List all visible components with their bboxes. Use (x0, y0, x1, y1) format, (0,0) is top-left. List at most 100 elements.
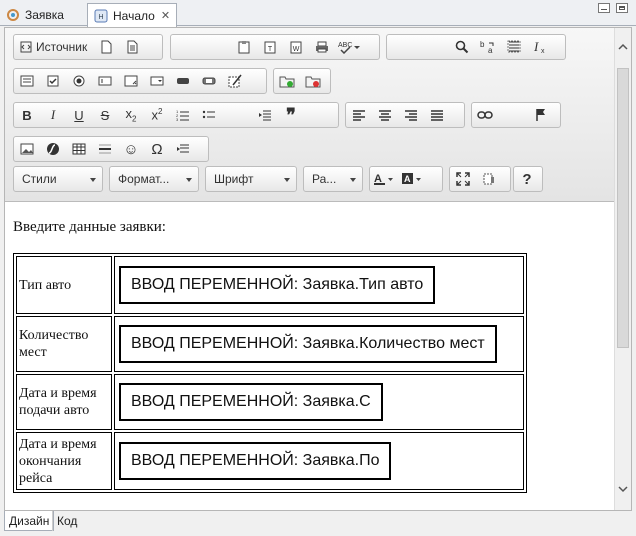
maximize-button[interactable] (616, 3, 628, 13)
row-label: Дата и время окончания рейса (16, 432, 112, 490)
anchor-button[interactable] (528, 103, 554, 127)
variable-input[interactable]: ВВОД ПЕРЕМЕННОЙ: Заявка.Тип авто (119, 266, 436, 304)
numbered-list-button[interactable]: 123 (170, 103, 196, 127)
svg-text:A: A (404, 174, 411, 184)
select-button[interactable] (144, 69, 170, 93)
smiley-button[interactable]: ☺ (118, 137, 144, 161)
image-button-button[interactable] (196, 69, 222, 93)
superscript-button[interactable]: x2 (144, 103, 170, 127)
bulleted-list-icon (202, 110, 215, 119)
svg-text:H: H (98, 14, 103, 21)
variable-input[interactable]: ВВОД ПЕРЕМЕННОЙ: Заявка.По (119, 442, 392, 480)
editor-tab-bar: Заявка H Начало ✕ (0, 0, 636, 27)
replace-icon: ba (480, 40, 494, 54)
bg-color-button[interactable]: A (398, 167, 426, 191)
find-button[interactable] (449, 35, 475, 59)
close-icon[interactable]: ✕ (161, 9, 170, 22)
radio-button[interactable] (66, 69, 92, 93)
textfield-button[interactable] (92, 69, 118, 93)
strike-button[interactable]: S (92, 103, 118, 127)
checkbox-button[interactable] (40, 69, 66, 93)
templates-button[interactable] (119, 35, 145, 59)
chevron-down-icon (90, 178, 96, 182)
toolbar-group-insert: ☺ Ω (13, 136, 209, 162)
table-button[interactable] (66, 137, 92, 161)
table-row: Дата и время окончания рейса ВВОД ПЕРЕМЕ… (16, 432, 524, 490)
font-combo[interactable]: Шрифт (205, 166, 297, 192)
blockquote-button[interactable]: ❞ (278, 103, 304, 127)
tab-code[interactable]: Код (52, 511, 81, 531)
image-button-icon (202, 77, 216, 85)
vertical-scrollbar[interactable] (614, 28, 631, 510)
align-justify-button[interactable] (424, 103, 450, 127)
table-row: Дата и время подачи авто ВВОД ПЕРЕМЕННОЙ… (16, 374, 524, 430)
new-page-icon (101, 40, 112, 54)
image-button[interactable] (14, 137, 40, 161)
size-combo[interactable]: Ра... (303, 166, 363, 192)
remove-format-button[interactable]: Ix (527, 35, 553, 59)
special-char-button[interactable]: Ω (144, 137, 170, 161)
remove-snippet-button[interactable] (300, 69, 326, 93)
help-button[interactable]: ? (514, 167, 540, 191)
subscript-button[interactable]: x2 (118, 103, 144, 127)
tab-nachalo[interactable]: H Начало ✕ (87, 3, 177, 27)
editor-content[interactable]: Введите данные заявки: Тип авто ВВОД ПЕР… (5, 203, 615, 510)
page-break-icon (177, 144, 189, 153)
format-combo[interactable]: Формат... (109, 166, 199, 192)
align-center-button[interactable] (372, 103, 398, 127)
insert-snippet-button[interactable] (274, 69, 300, 93)
folder-remove-icon (305, 76, 321, 88)
bulleted-list-button[interactable] (196, 103, 222, 127)
align-right-button[interactable] (398, 103, 424, 127)
row-value-cell: ВВОД ПЕРЕМЕННОЙ: Заявка.По (114, 432, 524, 490)
paste-word-button[interactable]: W (283, 35, 309, 59)
editor-toolbar: Источник T W ABC b a I x B I U S x2 x2 1… (5, 28, 615, 202)
horizontal-rule-button[interactable] (92, 137, 118, 161)
align-right-icon (405, 110, 417, 121)
chevron-up-icon (618, 43, 628, 50)
select-all-button[interactable] (501, 35, 527, 59)
search-icon (455, 40, 469, 54)
textarea-icon (124, 75, 138, 87)
text-color-button[interactable]: A (370, 167, 398, 191)
show-blocks-button[interactable] (476, 167, 502, 191)
tab-design[interactable]: Дизайн (4, 511, 55, 531)
html-editor: Источник T W ABC b a I x B I U S x2 x2 1… (4, 27, 632, 511)
bold-button[interactable]: B (14, 103, 40, 127)
remove-format-icon: Ix (533, 40, 545, 54)
link-button[interactable] (472, 103, 498, 127)
underline-button[interactable]: U (66, 103, 92, 127)
italic-button[interactable]: I (40, 103, 66, 127)
align-left-button[interactable] (346, 103, 372, 127)
folder-add-icon (279, 76, 295, 88)
variable-input[interactable]: ВВОД ПЕРЕМЕННОЙ: Заявка.С (119, 383, 383, 421)
hidden-field-button[interactable] (222, 69, 248, 93)
minimize-button[interactable] (598, 3, 610, 13)
print-button[interactable] (309, 35, 335, 59)
tab-zayavka[interactable]: Заявка (0, 3, 86, 26)
source-button[interactable]: Источник (14, 35, 93, 59)
textarea-button[interactable] (118, 69, 144, 93)
maximize-editor-button[interactable] (450, 167, 476, 191)
paste-button[interactable] (231, 35, 257, 59)
horizontal-rule-icon (99, 144, 111, 154)
indent-button[interactable] (252, 103, 278, 127)
form-button[interactable] (14, 69, 40, 93)
toolbar-group-help: ? (513, 166, 543, 192)
toolbar-group-clipboard: T W ABC (170, 34, 380, 60)
paste-text-button[interactable]: T (257, 35, 283, 59)
flash-button[interactable] (40, 137, 66, 161)
scrollbar-thumb[interactable] (617, 68, 629, 348)
new-page-button[interactable] (93, 35, 119, 59)
hidden-field-icon (228, 74, 242, 88)
spellcheck-button[interactable]: ABC (335, 35, 363, 59)
table-row: Количество мест ВВОД ПЕРЕМЕННОЙ: Заявка.… (16, 316, 524, 372)
textfield-icon (98, 76, 112, 86)
replace-button[interactable]: ba (475, 35, 501, 59)
align-center-icon (379, 110, 391, 121)
page-break-button[interactable] (170, 137, 196, 161)
view-mode-tabs: Дизайн Код (4, 511, 632, 533)
variable-input[interactable]: ВВОД ПЕРЕМЕННОЙ: Заявка.Количество мест (119, 325, 497, 363)
button-button[interactable] (170, 69, 196, 93)
styles-combo[interactable]: Стили (13, 166, 103, 192)
